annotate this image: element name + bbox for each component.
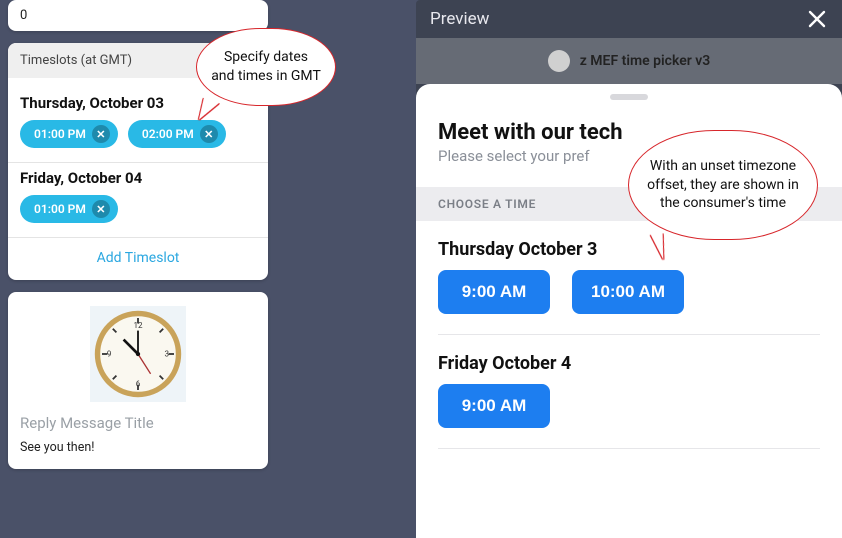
timeslot-pill-row: 01:00 PM ✕ 02:00 PM ✕	[20, 120, 256, 148]
remove-timeslot-icon[interactable]: ✕	[92, 200, 110, 218]
svg-text:3: 3	[165, 349, 170, 359]
annotation-text: Specify dates and times in GMT	[211, 48, 321, 86]
clock-icon: 12 3 6 9	[90, 306, 186, 402]
preview-time-row: 9:00 AM	[416, 384, 842, 448]
timeslot-pill-time: 01:00 PM	[34, 202, 86, 216]
svg-text:9: 9	[107, 349, 112, 359]
timeslot-pill-time: 02:00 PM	[142, 127, 194, 141]
reply-card: 12 3 6 9 Reply Message Title See you the…	[8, 292, 268, 469]
timeslot-day-label: Friday, October 04	[20, 169, 256, 187]
bot-avatar-icon	[548, 50, 570, 72]
close-icon[interactable]	[806, 8, 828, 30]
preview-title: Preview	[430, 9, 489, 29]
bot-name: z MEF time picker v3	[580, 53, 711, 69]
preview-panel: Preview z MEF time picker v3 Meet with o…	[416, 0, 842, 538]
sheet-drag-handle[interactable]	[416, 84, 842, 106]
offset-value: 0	[20, 8, 27, 23]
preview-time-button[interactable]: 9:00 AM	[438, 384, 550, 428]
offset-card: 0	[8, 0, 268, 31]
timeslot-pill-row: 01:00 PM ✕	[20, 195, 256, 223]
timeslots-body: Thursday, October 03 01:00 PM ✕ 02:00 PM…	[8, 78, 268, 280]
timeslot-pill[interactable]: 01:00 PM ✕	[20, 120, 118, 148]
timeslot-pill[interactable]: 01:00 PM ✕	[20, 195, 118, 223]
svg-text:6: 6	[136, 378, 141, 388]
svg-text:12: 12	[133, 320, 143, 330]
preview-time-row: 9:00 AM 10:00 AM	[416, 270, 842, 334]
add-timeslot-link[interactable]: Add Timeslot	[20, 238, 256, 280]
clock-image-wrap: 12 3 6 9	[20, 302, 256, 410]
annotation-tail	[651, 233, 666, 260]
timeslot-pill[interactable]: 02:00 PM ✕	[128, 120, 226, 148]
divider	[8, 162, 268, 163]
preview-time-button[interactable]: 10:00 AM	[572, 270, 684, 314]
reply-title-placeholder[interactable]: Reply Message Title	[20, 414, 256, 432]
annotation-text: With an unset timezone offset, they are …	[643, 157, 803, 214]
preview-time-button[interactable]: 9:00 AM	[438, 270, 550, 314]
remove-timeslot-icon[interactable]: ✕	[92, 125, 110, 143]
timeslot-pill-time: 01:00 PM	[34, 127, 86, 141]
annotation-callout: With an unset timezone offset, they are …	[628, 130, 818, 240]
remove-timeslot-icon[interactable]: ✕	[200, 125, 218, 143]
reply-body-text[interactable]: See you then!	[20, 440, 256, 455]
annotation-callout: Specify dates and times in GMT	[196, 28, 336, 106]
preview-day-label: Friday October 4	[416, 335, 842, 384]
preview-header: Preview	[416, 0, 842, 38]
divider	[438, 448, 820, 449]
preview-bot-bar: z MEF time picker v3	[416, 38, 842, 84]
